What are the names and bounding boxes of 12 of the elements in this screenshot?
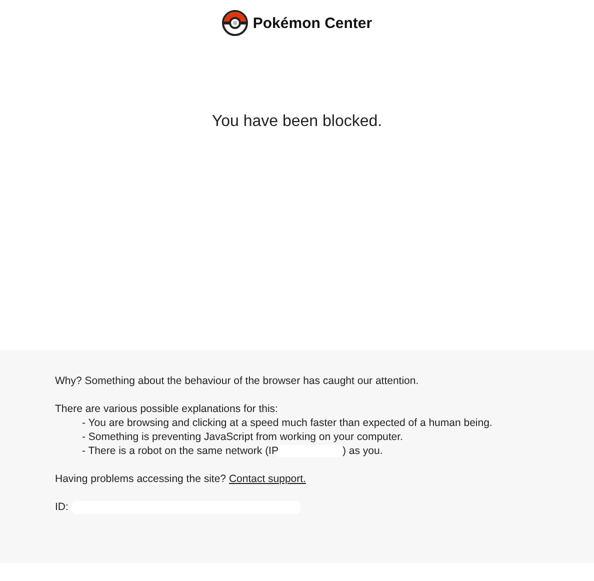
why-text: Why? Something about the behaviour of the browser has caught our attention. xyxy=(55,374,420,388)
reason-text: - Something is preventing JavaScript from working on your computer. xyxy=(82,430,404,444)
reason-text: - There is a robot on the same network (IP xyxy=(82,444,278,458)
help-text: Having problems accessing the site? Contact support. xyxy=(55,472,307,486)
pokeball-icon xyxy=(222,10,248,36)
intro-text: There are various possible explanations for this: xyxy=(55,402,279,416)
reason-text: - You are browsing and clicking at a speed much faster than expected of a human being. xyxy=(82,416,494,430)
contact-support-link[interactable]: Contact support. xyxy=(228,473,306,485)
logo-text: Pokémon Center xyxy=(252,14,372,32)
blocked-message: You have been blocked. xyxy=(212,113,382,131)
reason-text: ) as you. xyxy=(342,444,383,458)
id-label: ID: xyxy=(55,500,68,514)
